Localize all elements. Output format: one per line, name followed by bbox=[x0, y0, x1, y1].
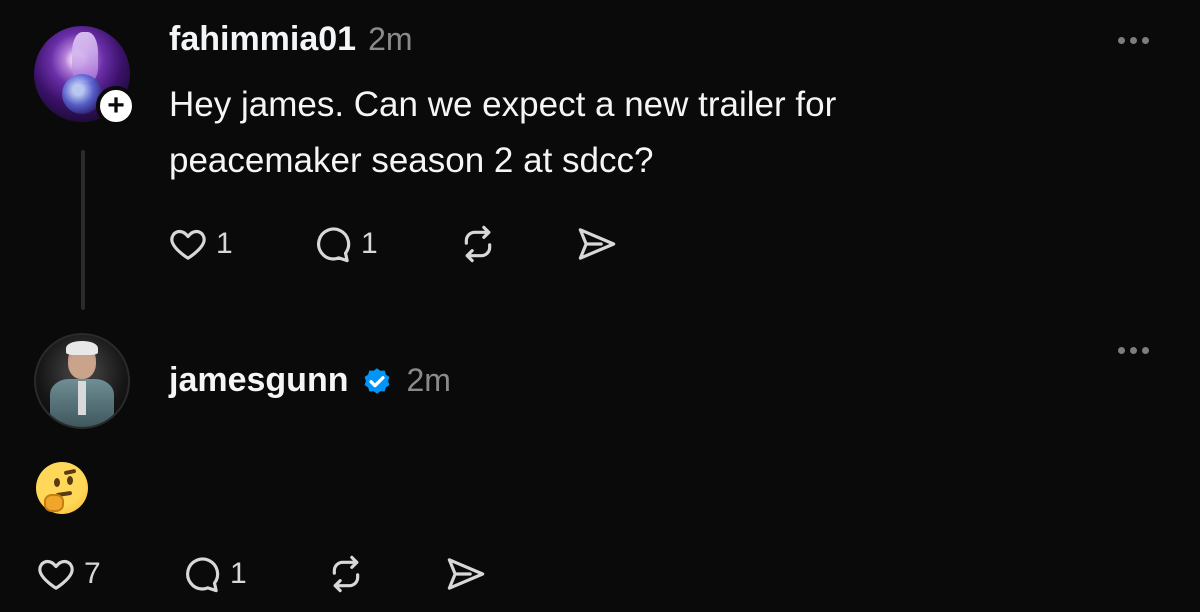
reply-share-button[interactable] bbox=[444, 554, 488, 594]
post-username[interactable]: fahimmia01 bbox=[169, 20, 356, 59]
reply-header: jamesgunn 2m bbox=[169, 361, 451, 400]
repost-icon bbox=[464, 225, 492, 263]
heart-icon bbox=[38, 559, 74, 590]
more-icon bbox=[1118, 37, 1125, 44]
reply-reply-button[interactable]: 1 bbox=[182, 554, 247, 594]
reply-repost-button[interactable] bbox=[326, 554, 366, 594]
post-like-button[interactable]: 1 bbox=[168, 224, 233, 264]
comment-icon bbox=[317, 227, 351, 263]
reply-like-button[interactable]: 7 bbox=[36, 554, 101, 594]
follow-plus-button[interactable]: + bbox=[96, 86, 136, 126]
post-like-count: 1 bbox=[216, 227, 233, 260]
thinking-face-emoji bbox=[36, 462, 88, 514]
avatar-jamesgunn[interactable] bbox=[34, 333, 130, 429]
heart-icon bbox=[170, 229, 206, 260]
post-header: fahimmia01 2m bbox=[169, 20, 413, 59]
post-text: Hey james. Can we expect a new trailer f… bbox=[169, 85, 837, 180]
post-share-button[interactable] bbox=[575, 224, 619, 264]
post-repost-button[interactable] bbox=[458, 224, 498, 264]
plus-icon: + bbox=[107, 89, 125, 122]
thread-connector-line bbox=[81, 150, 85, 310]
reply-like-count: 7 bbox=[84, 557, 101, 590]
verified-badge-icon bbox=[365, 367, 390, 394]
post-more-button[interactable] bbox=[1118, 37, 1149, 44]
reply-more-button[interactable] bbox=[1118, 347, 1149, 354]
reply-reply-count: 1 bbox=[230, 557, 247, 590]
reply-timestamp: 2m bbox=[406, 362, 451, 398]
more-icon bbox=[1118, 347, 1125, 354]
avatar-art-tie bbox=[78, 381, 86, 415]
post-timestamp: 2m bbox=[368, 21, 413, 57]
post-reply-button[interactable]: 1 bbox=[313, 224, 378, 264]
share-icon bbox=[578, 228, 616, 260]
repost-icon bbox=[332, 555, 360, 593]
share-icon bbox=[447, 558, 485, 590]
comment-icon bbox=[186, 557, 220, 593]
reply-username[interactable]: jamesgunn bbox=[169, 361, 348, 400]
post-reply-count: 1 bbox=[361, 227, 378, 260]
avatar-art-hair bbox=[66, 341, 98, 355]
